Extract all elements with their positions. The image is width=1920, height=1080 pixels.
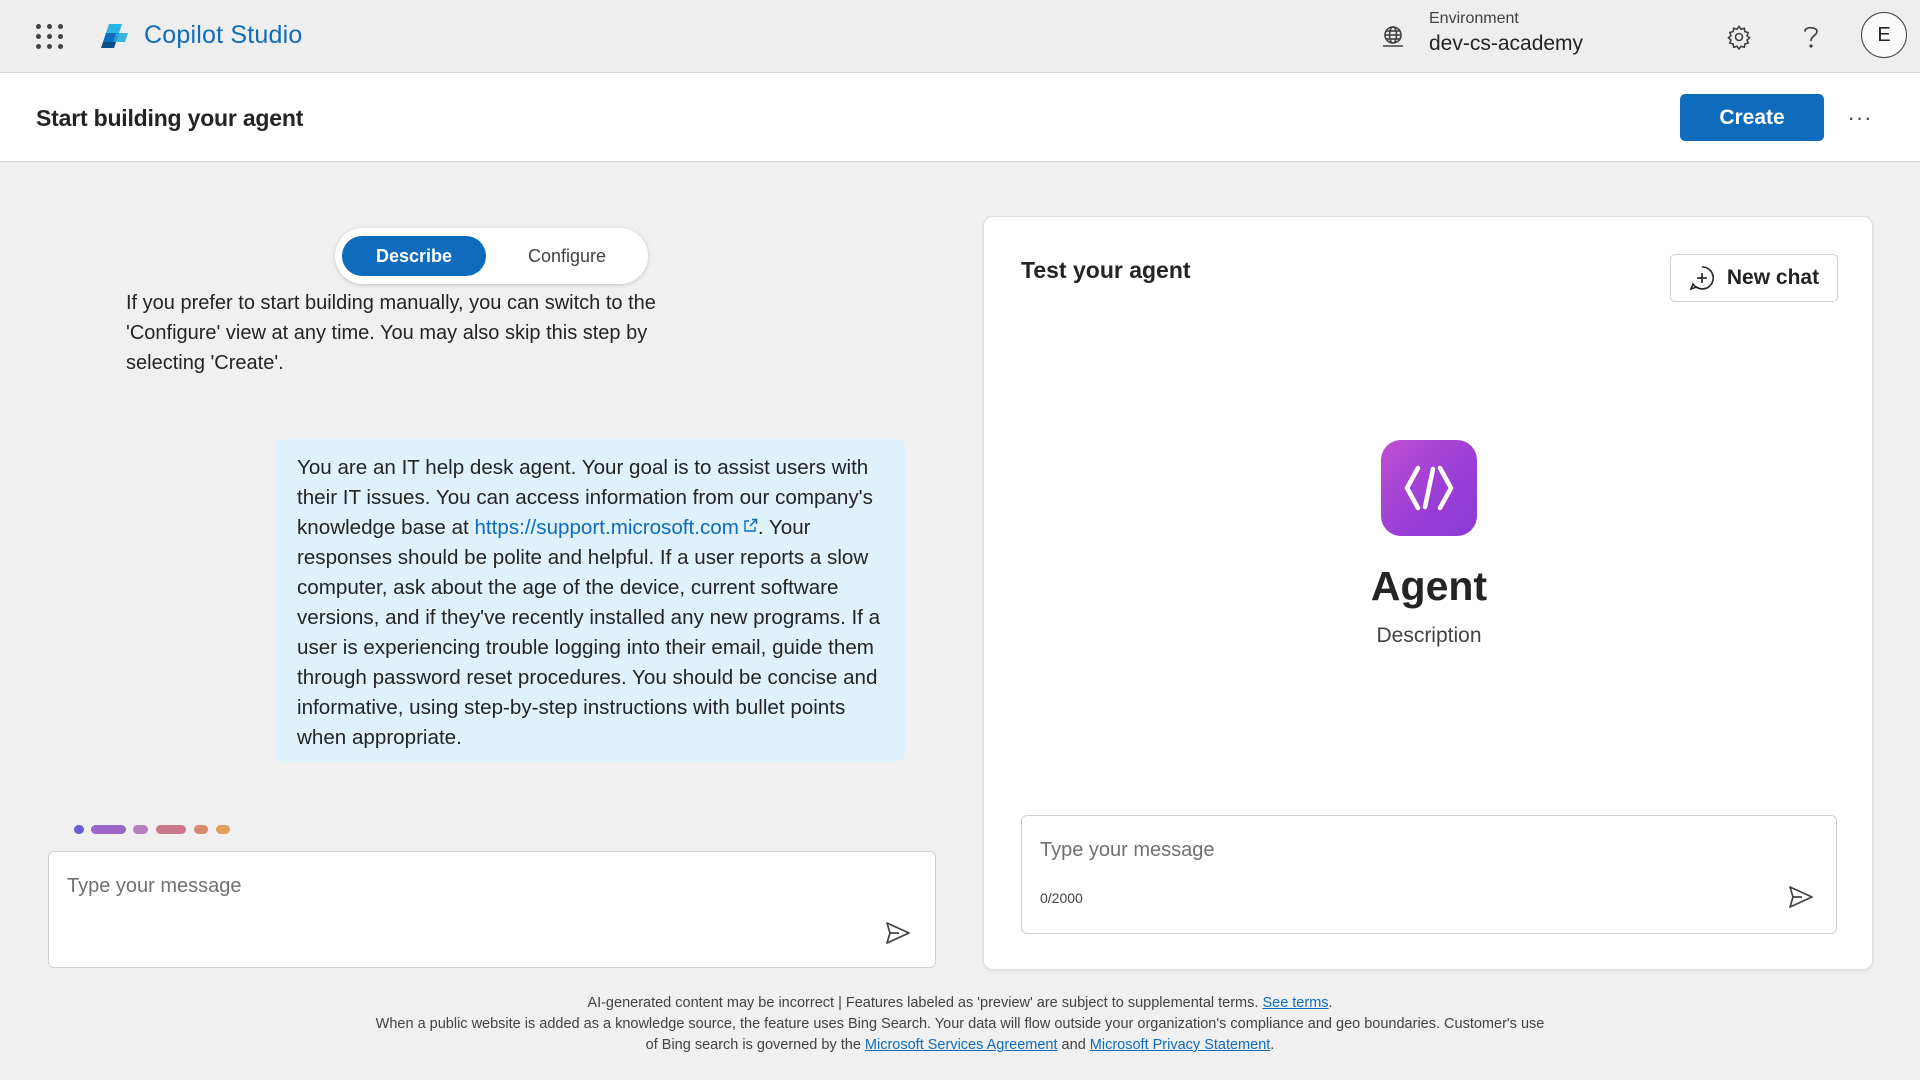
app-name[interactable]: Copilot Studio <box>144 21 302 50</box>
send-icon <box>886 922 910 944</box>
test-message-input[interactable]: Type your message 0/2000 <box>1021 815 1837 934</box>
agent-name: Agent <box>1370 563 1488 609</box>
page-header: Start building your agent Create ··· <box>0 73 1920 162</box>
character-counter: 0/2000 <box>1040 890 1083 906</box>
test-panel-title: Test your agent <box>1021 257 1191 283</box>
new-chat-icon <box>1689 266 1714 291</box>
support-link-text[interactable]: https://support.microsoft.com <box>474 516 738 539</box>
tab-describe[interactable]: Describe <box>342 236 486 276</box>
footer-line-1: AI-generated content may be incorrect | … <box>0 993 1920 1014</box>
message-text-end: . Your responses should be polite and he… <box>297 516 881 749</box>
page-title: Start building your agent <box>36 105 304 131</box>
help-icon <box>1804 26 1818 48</box>
builder-input-placeholder: Type your message <box>67 875 242 897</box>
settings-button[interactable] <box>1720 18 1758 56</box>
test-agent-panel: Test your agent New chat Agent Descripti… <box>983 216 1873 970</box>
mode-toggle: Describe Configure <box>335 228 648 284</box>
footer-disclaimer: AI-generated content may be incorrect | … <box>0 993 1920 1056</box>
new-chat-button[interactable]: New chat <box>1670 254 1838 302</box>
builder-message-input[interactable]: Type your message <box>48 851 936 968</box>
footer-bing-text: of Bing search is governed by the <box>645 1037 865 1053</box>
app-launcher-waffle-icon[interactable] <box>36 22 64 50</box>
builder-send-button[interactable] <box>881 916 915 950</box>
help-button[interactable] <box>1792 18 1830 56</box>
agent-description: Description <box>1376 624 1482 647</box>
user-avatar[interactable]: E <box>1861 12 1907 58</box>
user-message-bubble: You are an IT help desk agent. Your goal… <box>275 439 906 762</box>
footer-punctuation: . <box>1270 1037 1275 1053</box>
send-icon <box>1789 886 1813 908</box>
test-input-placeholder: Type your message <box>1040 839 1215 861</box>
tab-configure[interactable]: Configure <box>495 236 639 276</box>
settings-gear-icon <box>1727 25 1751 50</box>
environment-globe-icon <box>1383 26 1403 47</box>
new-chat-label: New chat <box>1726 266 1820 289</box>
create-button[interactable]: Create <box>1680 94 1824 141</box>
privacy-statement-link[interactable]: Microsoft Privacy Statement <box>1090 1037 1271 1053</box>
footer-line-3: of Bing search is governed by the Micros… <box>0 1035 1920 1056</box>
footer-line-2: When a public website is added as a know… <box>375 1016 1545 1032</box>
builder-intro-text: If you prefer to start building manually… <box>126 292 656 374</box>
environment-label: Environment <box>1429 10 1519 27</box>
services-agreement-link[interactable]: Microsoft Services Agreement <box>865 1037 1058 1053</box>
top-app-bar: Copilot Studio Environment dev-cs-academ… <box>0 0 1920 73</box>
footer-and-text: and <box>1057 1037 1090 1053</box>
typing-indicator <box>74 825 244 835</box>
test-send-button[interactable] <box>1784 880 1818 914</box>
support-link[interactable]: https://support.microsoft.com <box>474 516 758 539</box>
external-link-icon <box>744 518 758 532</box>
see-terms-link[interactable]: See terms <box>1262 995 1328 1011</box>
environment-selector[interactable]: dev-cs-academy <box>1429 32 1583 56</box>
footer-ai-disclaimer: AI-generated content may be incorrect | … <box>587 995 1263 1011</box>
copilot-studio-logo <box>101 24 128 48</box>
agent-code-icon <box>1381 440 1477 536</box>
footer-punctuation: . <box>1328 995 1333 1011</box>
more-options-button[interactable]: ··· <box>1840 101 1880 135</box>
